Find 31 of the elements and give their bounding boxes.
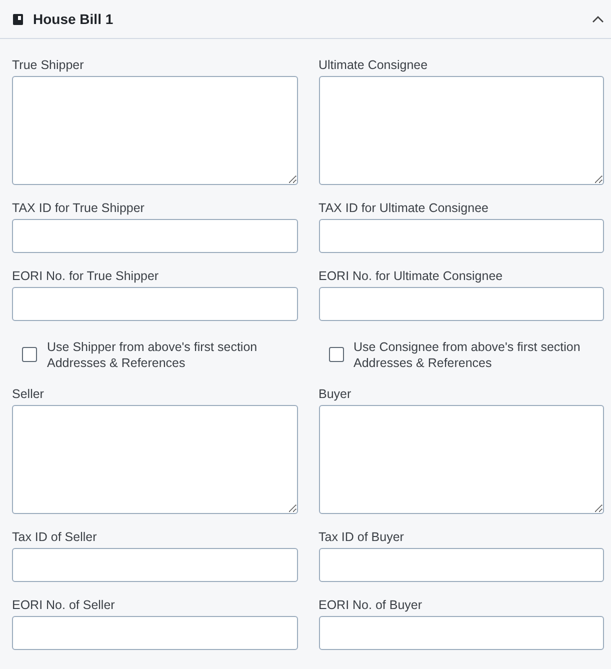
input-field[interactable] — [12, 287, 298, 321]
field-label: Tax ID of Buyer — [318, 530, 405, 545]
field-label: TAX ID for Ultimate Consignee — [318, 201, 490, 216]
field-label: Seller — [12, 387, 45, 402]
text-area[interactable] — [318, 76, 604, 185]
field-label: True Shipper — [12, 58, 85, 73]
field-label: EORI No. of Buyer — [318, 598, 424, 613]
checkbox[interactable] — [328, 347, 344, 362]
field-label: TAX ID for True Shipper — [12, 201, 146, 216]
input-field[interactable] — [318, 219, 604, 253]
input-field[interactable] — [12, 616, 298, 650]
field-label: Tax ID of Seller — [12, 530, 98, 545]
checkbox[interactable] — [22, 347, 37, 362]
text-area[interactable] — [12, 405, 298, 514]
input-field[interactable] — [318, 548, 604, 582]
input-field[interactable] — [318, 287, 604, 321]
panel-title: House Bill 1 — [33, 11, 114, 27]
text-area[interactable] — [318, 405, 604, 514]
field-label: Ultimate Consignee — [318, 58, 429, 73]
book-icon — [13, 14, 23, 24]
field-label: Buyer — [318, 387, 352, 402]
field-label: EORI No. for Ultimate Consignee — [318, 269, 504, 284]
input-field[interactable] — [12, 548, 298, 582]
input-field[interactable] — [12, 219, 298, 253]
text-area[interactable] — [12, 76, 298, 185]
field-label: EORI No. for True Shipper — [12, 269, 160, 284]
field-label: EORI No. of Seller — [12, 598, 116, 613]
input-field[interactable] — [318, 616, 604, 650]
chevron-icon[interactable] — [592, 15, 604, 23]
checkbox-label: Use Consignee from above's first section Addresses & References — [354, 339, 582, 371]
checkbox-label: Use Shipper from above's first section Addresses & References — [47, 339, 258, 371]
